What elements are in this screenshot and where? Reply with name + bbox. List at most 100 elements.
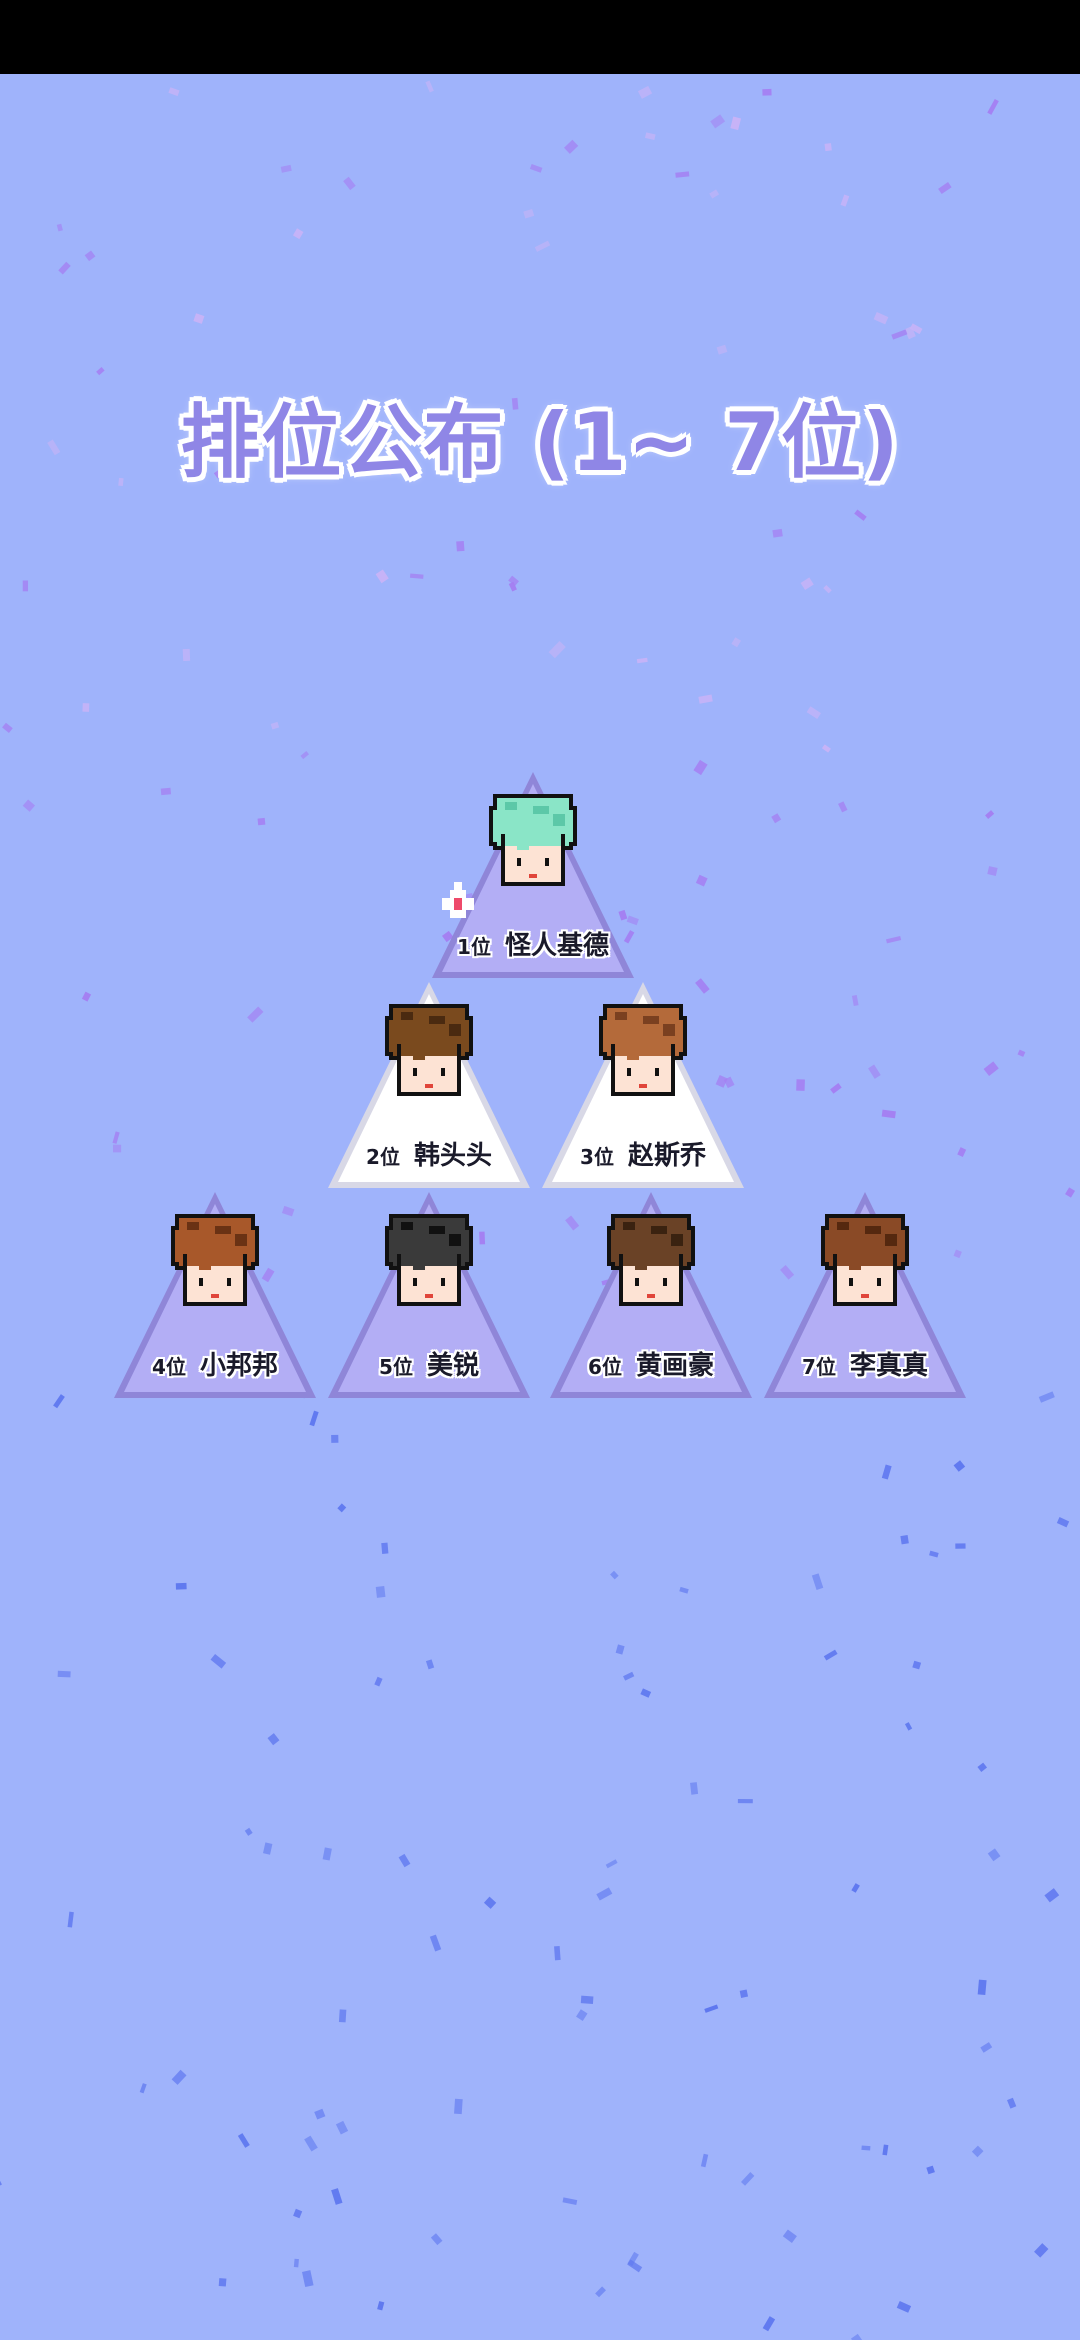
confetti-piece: [695, 874, 708, 887]
rank-card-4[interactable]: 4位 小邦邦: [112, 1190, 318, 1400]
confetti-piece: [425, 80, 434, 93]
confetti-piece: [882, 2144, 889, 2156]
confetti-piece: [1044, 1888, 1060, 1903]
confetti-piece: [22, 799, 36, 812]
confetti-piece: [1017, 1049, 1026, 1057]
confetti-piece: [762, 2316, 776, 2332]
confetti-piece: [193, 313, 205, 324]
confetti-piece: [1007, 2097, 1017, 2109]
rank-name: 小邦邦: [199, 1351, 278, 1381]
confetti-piece: [292, 228, 304, 240]
confetti-piece: [868, 1064, 881, 1079]
confetti-piece: [139, 2083, 147, 2094]
confetti-piece: [823, 1649, 838, 1661]
confetti-piece: [508, 575, 519, 587]
confetti-piece: [331, 1434, 339, 1443]
confetti-piece: [210, 1653, 227, 1669]
avatar: [377, 1210, 481, 1310]
confetti-piece: [739, 1989, 749, 1998]
confetti-piece: [244, 1827, 253, 1836]
rank-name: 怪人基德: [504, 931, 609, 961]
rank-label: 2位 韩头头: [326, 1135, 532, 1172]
confetti-piece: [675, 171, 690, 178]
confetti-piece: [57, 1670, 71, 1678]
confetti-piece: [980, 2042, 993, 2053]
confetti-piece: [270, 721, 280, 730]
confetti-piece: [1038, 1391, 1055, 1403]
confetti-piece: [806, 706, 822, 719]
confetti-piece: [300, 750, 310, 760]
confetti-piece: [343, 176, 356, 191]
confetti-piece: [881, 1109, 896, 1119]
confetti-piece: [700, 2153, 709, 2168]
confetti-piece: [182, 648, 191, 662]
confetti-piece: [782, 2229, 797, 2243]
rank-card-2[interactable]: 2位 韩头头: [326, 980, 532, 1190]
confetti-piece: [873, 312, 889, 325]
confetti-piece: [900, 1535, 909, 1545]
confetti-piece: [237, 2133, 250, 2148]
confetti-piece: [840, 194, 850, 207]
avatar: [377, 1000, 481, 1100]
confetti-piece: [81, 991, 92, 1002]
confetti-piece: [429, 1934, 442, 1952]
confetti-piece: [644, 132, 656, 141]
confetti-piece: [562, 2197, 578, 2206]
confetti-piece: [554, 1945, 561, 1961]
confetti-piece: [977, 1762, 988, 1772]
confetti-piece: [929, 1550, 939, 1558]
confetti-piece: [861, 2145, 871, 2151]
rank-name: 黄画豪: [635, 1351, 714, 1381]
confetti-piece: [605, 1859, 618, 1869]
confetti-piece: [425, 1659, 435, 1670]
confetti-piece: [704, 2004, 719, 2013]
confetti-piece: [938, 182, 952, 195]
confetti-piece: [615, 1644, 625, 1655]
confetti-piece: [160, 787, 172, 796]
rank-name: 美锐: [426, 1351, 479, 1381]
confetti-piece: [710, 114, 726, 129]
confetti-piece: [830, 1083, 842, 1094]
confetti-piece: [375, 569, 389, 584]
confetti-piece: [904, 1722, 913, 1731]
confetti-piece: [637, 85, 653, 99]
rank-card-5[interactable]: 5位 美锐: [326, 1190, 532, 1400]
confetti-piece: [309, 1410, 319, 1427]
confetti-piece: [293, 2258, 299, 2268]
page-title: 排位公布 (1~ 7位): [180, 396, 900, 489]
confetti-piece: [67, 1911, 74, 1928]
confetti-piece: [896, 2301, 912, 2313]
confetti-piece: [82, 703, 90, 712]
rank-number: 1位: [457, 935, 491, 959]
confetti-piece: [377, 2301, 385, 2311]
confetti-piece: [375, 1586, 386, 1598]
confetti-piece: [987, 98, 999, 115]
confetti-piece: [985, 810, 995, 819]
confetti-piece: [693, 759, 708, 776]
confetti-piece: [175, 1582, 187, 1590]
confetti-piece: [623, 1671, 635, 1681]
confetti-piece: [0, 2180, 2, 2189]
confetti-piece: [113, 1144, 122, 1153]
rank-label: 6位 黄画豪: [548, 1345, 754, 1382]
crown-icon: [442, 882, 474, 918]
confetti-piece: [267, 1733, 280, 1746]
confetti-piece: [171, 2069, 187, 2085]
rank-card-1[interactable]: 1位 怪人基德: [430, 770, 636, 980]
rank-card-6[interactable]: 6位 黄画豪: [548, 1190, 754, 1400]
confetti-piece: [904, 326, 916, 340]
confetti-piece: [679, 1586, 689, 1594]
rank-card-7[interactable]: 7位 李真真: [762, 1190, 968, 1400]
confetti-piece: [854, 509, 867, 521]
rank-number: 6位: [588, 1355, 622, 1379]
confetti-piece: [2, 722, 13, 733]
rank-card-3[interactable]: 3位 赵斯乔: [540, 980, 746, 1190]
confetti-piece: [957, 1147, 967, 1157]
confetti-piece: [716, 344, 728, 355]
rank-label: 4位 小邦邦: [112, 1345, 318, 1382]
avatar: [599, 1210, 703, 1310]
confetti-piece: [280, 164, 292, 173]
confetti-piece: [456, 540, 465, 552]
confetti-piece: [881, 1464, 892, 1480]
confetti-piece: [731, 637, 742, 648]
